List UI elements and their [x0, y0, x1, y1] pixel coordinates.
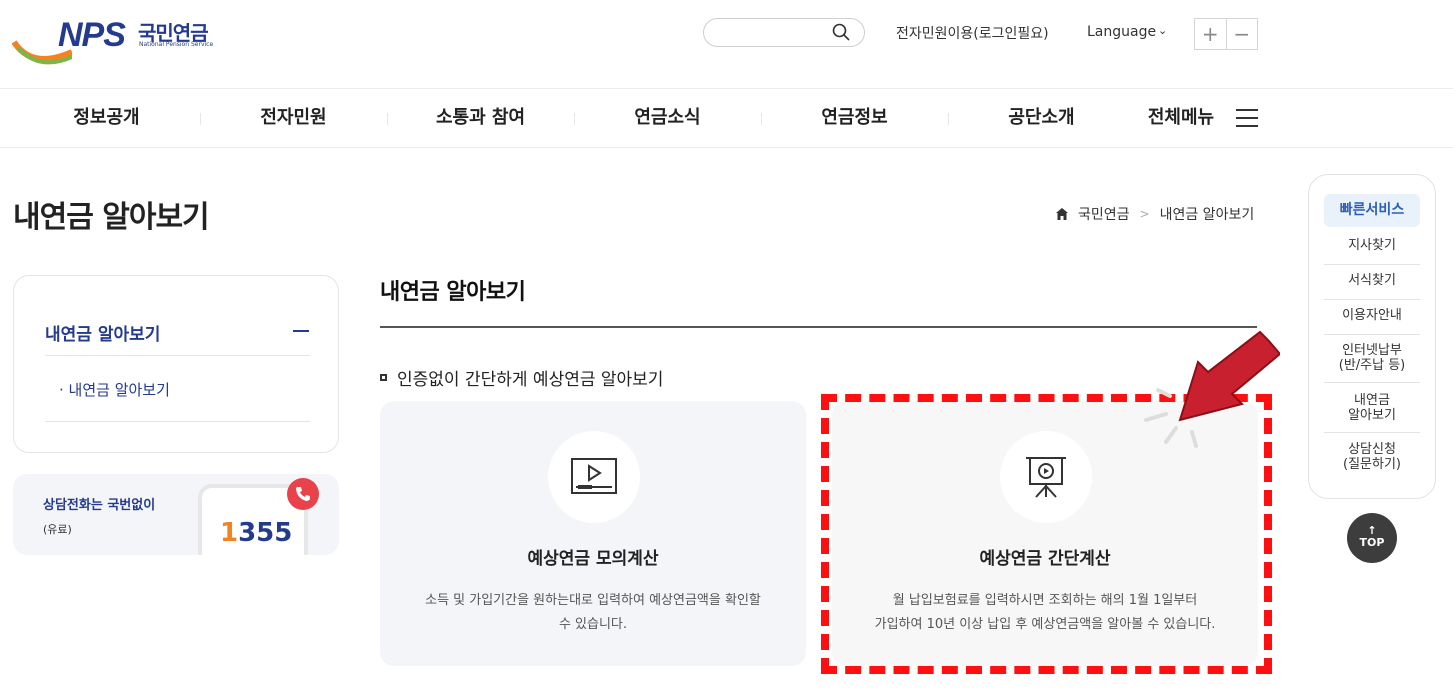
side-nav-title[interactable]: 내연금 알아보기: [45, 320, 160, 345]
square-bullet-icon: [380, 374, 387, 381]
scroll-top-button[interactable]: ↑ TOP: [1347, 513, 1397, 563]
content-title: 내연금 알아보기: [380, 280, 526, 305]
divider: [1324, 382, 1420, 383]
quick-service-panel: 빠른서비스 지사찾기 서식찾기 이용자안내 인터넷납부 (반/주납 등) 내연금 알…: [1308, 174, 1436, 499]
zoom-controls: + −: [1194, 18, 1258, 50]
divider: [45, 355, 310, 356]
quick-item-consultation[interactable]: 상담신청 (질문하기): [1324, 442, 1420, 472]
call-banner-note: (유료): [43, 523, 72, 536]
gnb-item-communication[interactable]: 소통과 참여: [387, 89, 574, 149]
hamburger-menu-icon[interactable]: [1236, 109, 1258, 127]
search-input[interactable]: [703, 18, 865, 47]
divider: [1324, 299, 1420, 300]
quick-item-branch[interactable]: 지사찾기: [1324, 238, 1420, 253]
phone-call-icon: [287, 478, 319, 510]
call-number: 1355: [220, 518, 293, 548]
gnb-item-about[interactable]: 공단소개: [948, 89, 1135, 149]
breadcrumb: 국민연금 > 내연금 알아보기: [1056, 204, 1254, 224]
side-navigation: 내연금 알아보기 · 내연금 알아보기: [13, 275, 339, 453]
quick-item-my-pension[interactable]: 내연금 알아보기: [1324, 393, 1420, 423]
gnb-item-civil[interactable]: 전자민원: [200, 89, 387, 149]
chevron-down-icon[interactable]: ⌄: [1158, 24, 1167, 37]
quick-service-title: 빠른서비스: [1324, 194, 1420, 227]
home-icon[interactable]: [1056, 208, 1068, 220]
card-description: 소득 및 가입기간을 원하는대로 입력하여 예상연금액을 확인할 수 있습니다.: [425, 593, 761, 632]
breadcrumb-current[interactable]: 내연금 알아보기: [1160, 204, 1255, 224]
section-heading-text: 인증없이 간단하게 예상연금 알아보기: [397, 370, 664, 390]
collapse-minus-icon[interactable]: [293, 330, 309, 332]
section-heading: 인증없이 간단하게 예상연금 알아보기: [380, 365, 663, 390]
pointer-arrow-icon: [1144, 330, 1280, 448]
zoom-in-button[interactable]: +: [1195, 19, 1226, 49]
logo-english: National Pension Service: [139, 41, 214, 48]
global-navigation: 정보공개 전자민원 소통과 참여 연금소식 연금정보 공단소개 전체메뉴: [0, 88, 1453, 148]
title-divider: [380, 326, 1257, 328]
divider: [45, 421, 310, 422]
gnb-item-info[interactable]: 정보공개: [13, 89, 200, 149]
civil-service-link[interactable]: 전자민원이용(로그인필요): [896, 23, 1049, 43]
top-label: TOP: [1359, 536, 1385, 549]
divider: [1324, 334, 1420, 335]
video-player-icon: [571, 458, 617, 494]
full-menu-button[interactable]: 전체메뉴: [1126, 89, 1236, 149]
simulation-calculation-card[interactable]: 예상연금 모의계산 소득 및 가입기간을 원하는대로 입력하여 예상연금액을 확…: [380, 401, 806, 666]
divider: [1324, 264, 1420, 265]
divider: [1324, 432, 1420, 433]
language-select[interactable]: Language: [1087, 24, 1156, 40]
nps-logo[interactable]: NPS 국민연금 National Pension Service: [12, 12, 232, 68]
search-icon[interactable]: [832, 23, 850, 41]
zoom-out-button[interactable]: −: [1225, 19, 1258, 49]
breadcrumb-home[interactable]: 국민연금: [1078, 204, 1130, 224]
side-nav-item-my-pension[interactable]: · 내연금 알아보기: [59, 379, 170, 400]
card-title: 예상연금 모의계산: [527, 549, 659, 569]
quick-item-forms[interactable]: 서식찾기: [1324, 273, 1420, 288]
gnb-item-news[interactable]: 연금소식: [574, 89, 761, 149]
page-title: 내연금 알아보기: [13, 200, 210, 235]
quick-item-internet-payment[interactable]: 인터넷납부 (반/주납 등): [1324, 343, 1420, 373]
logo-text: NPS: [58, 16, 126, 54]
chevron-right-icon: >: [1139, 207, 1150, 221]
call-banner-title: 상담전화는 국번없이: [43, 498, 156, 513]
gnb-item-pension-info[interactable]: 연금정보: [761, 89, 948, 149]
card-icon-circle: [548, 431, 640, 523]
quick-item-guide[interactable]: 이용자안내: [1324, 308, 1420, 323]
